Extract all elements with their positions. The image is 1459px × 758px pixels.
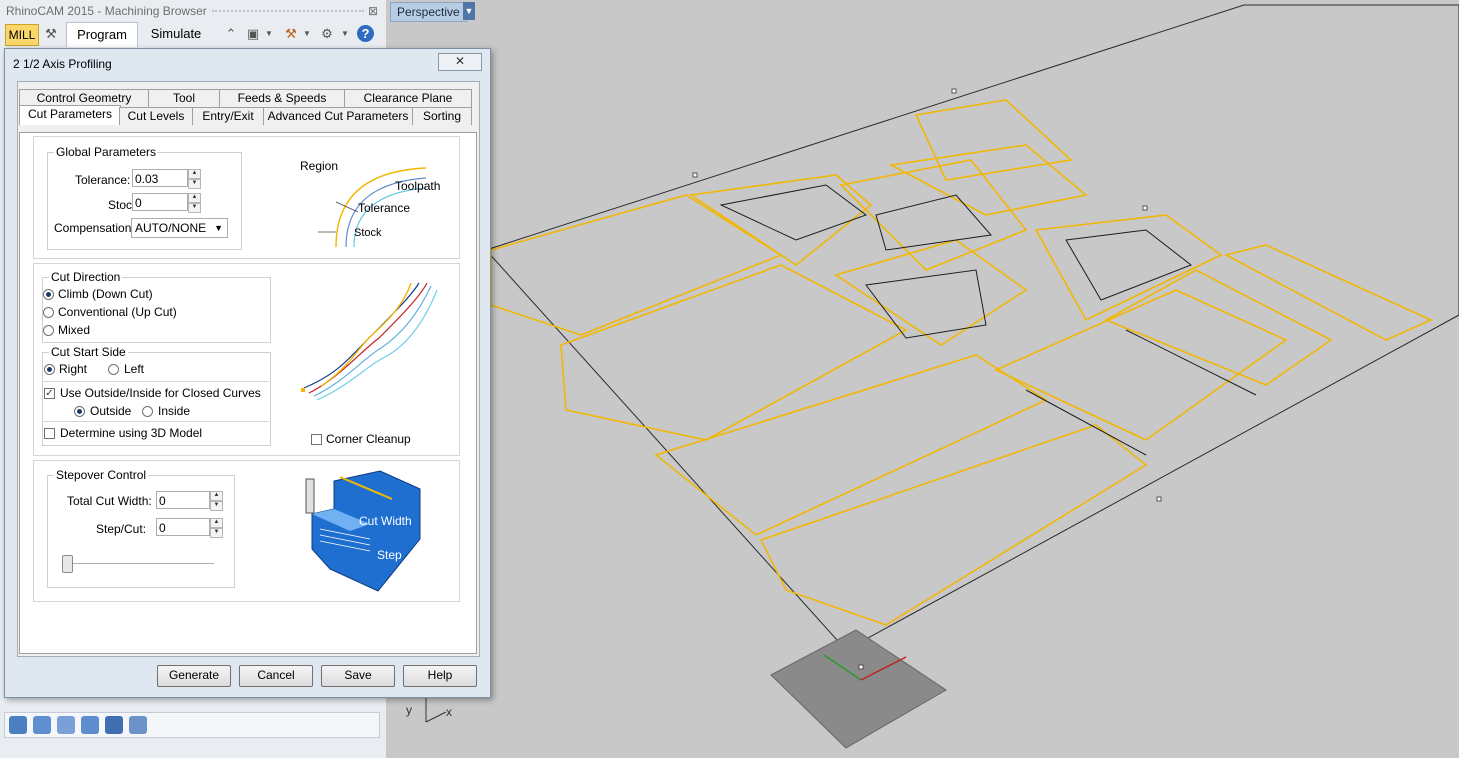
- close-icon[interactable]: ⊠: [368, 0, 378, 22]
- use-outside-inside-checkbox[interactable]: ✓: [44, 388, 55, 399]
- collapse-icon[interactable]: ⌃: [222, 25, 240, 43]
- generate-button[interactable]: Generate: [157, 665, 231, 687]
- simulate-icon[interactable]: [81, 716, 99, 734]
- step-cut-label: Step/Cut:: [96, 522, 147, 536]
- chevron-down-icon[interactable]: ▼: [340, 25, 350, 43]
- setup-icon[interactable]: ▣: [244, 25, 262, 43]
- tab-sorting[interactable]: Sorting: [412, 107, 472, 125]
- total-cut-width-stepper[interactable]: ▲ ▼: [210, 491, 223, 511]
- stock-icon[interactable]: [9, 716, 27, 734]
- tab-simulate[interactable]: Simulate: [140, 22, 212, 46]
- profiling-dialog: 2 1/2 Axis Profiling ✕ Control Geometry …: [4, 48, 491, 698]
- left-label[interactable]: Left: [124, 362, 144, 376]
- global-parameters-title: Global Parameters: [54, 145, 159, 159]
- cut-direction-title: Cut Direction: [49, 270, 123, 284]
- stepover-slider-track[interactable]: [64, 563, 214, 564]
- diagram-toolpath-label: Toolpath: [395, 179, 441, 193]
- diagram-tolerance-label: Tolerance: [358, 201, 411, 215]
- tool-library-icon[interactable]: ⚒: [42, 25, 60, 43]
- mixed-label[interactable]: Mixed: [58, 323, 90, 337]
- tab-entry-exit[interactable]: Entry/Exit: [192, 107, 264, 125]
- diagram-cut-width-label: Cut Width: [359, 514, 412, 528]
- step-cut-stepper[interactable]: ▲ ▼: [210, 518, 223, 538]
- right-radio[interactable]: [44, 364, 55, 375]
- hammer-icon[interactable]: ⚒: [282, 25, 300, 43]
- tree-icon[interactable]: [129, 716, 147, 734]
- divider: [43, 421, 269, 422]
- viewport-label[interactable]: Perspective: [390, 2, 467, 22]
- compensation-value: AUTO/NONE: [135, 221, 207, 235]
- use-outside-inside-label[interactable]: Use Outside/Inside for Closed Curves: [60, 386, 261, 400]
- help-button[interactable]: Help: [403, 665, 477, 687]
- stepover-slider-handle[interactable]: [62, 555, 73, 573]
- divider: [43, 381, 269, 382]
- tool-icon[interactable]: [57, 716, 75, 734]
- tolerance-label: Tolerance:: [75, 173, 131, 187]
- save-button[interactable]: Save: [321, 665, 395, 687]
- corner-cleanup-label[interactable]: Corner Cleanup: [326, 432, 411, 446]
- machining-op-icon[interactable]: [33, 716, 51, 734]
- tab-clearance-plane[interactable]: Clearance Plane: [344, 89, 472, 107]
- mixed-radio[interactable]: [43, 325, 54, 336]
- stepover-section: Stepover Control Total Cut Width: 0 ▲ ▼ S…: [33, 460, 460, 602]
- titlebar-grip[interactable]: [212, 10, 364, 12]
- global-section: Global Parameters Tolerance: 0.03 ▲ ▼ Sto…: [33, 136, 460, 259]
- outside-label[interactable]: Outside: [90, 404, 131, 418]
- chevron-down-icon[interactable]: ▼: [264, 25, 274, 43]
- total-cut-width-label: Total Cut Width:: [67, 494, 152, 508]
- corner-cleanup-checkbox[interactable]: [311, 434, 322, 445]
- chevron-down-icon[interactable]: ▼: [302, 25, 312, 43]
- outside-radio[interactable]: [74, 406, 85, 417]
- stock-input[interactable]: 0: [132, 193, 188, 211]
- cut-direction-section: Cut Direction Climb (Down Cut) Conventio…: [33, 263, 460, 456]
- browser-title: RhinoCAM 2015 - Machining Browser: [6, 4, 207, 18]
- tab-feeds-speeds[interactable]: Feeds & Speeds: [219, 89, 345, 107]
- mill-mode-button[interactable]: MILL: [5, 24, 39, 46]
- stock-stepper[interactable]: ▲ ▼: [188, 193, 201, 213]
- operations-toolbar: [0, 710, 386, 758]
- determine-3d-checkbox[interactable]: [44, 428, 55, 439]
- operations-icon-row: [4, 712, 380, 738]
- right-label[interactable]: Right: [59, 362, 87, 376]
- stepover-diagram: [305, 470, 421, 592]
- inside-label[interactable]: Inside: [158, 404, 190, 418]
- help-icon[interactable]: ?: [357, 25, 374, 42]
- gear-icon[interactable]: ⚙: [318, 25, 336, 43]
- step-cut-input[interactable]: 0: [156, 518, 210, 536]
- determine-3d-label[interactable]: Determine using 3D Model: [60, 426, 202, 440]
- cancel-button[interactable]: Cancel: [239, 665, 313, 687]
- close-icon[interactable]: ✕: [438, 53, 482, 71]
- total-cut-width-input[interactable]: 0: [156, 491, 210, 509]
- compensation-select[interactable]: AUTO/NONE ▼: [131, 218, 228, 238]
- dialog-title: 2 1/2 Axis Profiling: [13, 57, 112, 71]
- compensation-label: Compensation:: [54, 221, 135, 235]
- perspective-viewport[interactable]: Perspective ▼ y x: [386, 0, 1459, 758]
- conventional-label[interactable]: Conventional (Up Cut): [58, 305, 177, 319]
- tab-advanced-cut-parameters[interactable]: Advanced Cut Parameters: [263, 107, 413, 125]
- cut-parameters-page: Global Parameters Tolerance: 0.03 ▲ ▼ Sto…: [19, 132, 477, 654]
- tolerance-stepper[interactable]: ▲ ▼: [188, 169, 201, 189]
- tab-tool[interactable]: Tool: [148, 89, 220, 107]
- climb-label[interactable]: Climb (Down Cut): [58, 287, 153, 301]
- diagram-stock-label: Stock: [354, 227, 382, 239]
- viewport-menu-arrow[interactable]: ▼: [463, 2, 475, 20]
- inside-radio[interactable]: [142, 406, 153, 417]
- tab-program[interactable]: Program: [66, 22, 138, 47]
- cut-start-side-title: Cut Start Side: [49, 345, 128, 359]
- diagram-region-label: Region: [300, 159, 339, 173]
- tab-cut-levels[interactable]: Cut Levels: [119, 107, 193, 125]
- tolerance-input[interactable]: 0.03: [132, 169, 188, 187]
- climb-radio[interactable]: [43, 289, 54, 300]
- browser-toolbar: MILL ⚒ Program Simulate ⌃ ▣ ▼ ⚒ ▼ ⚙ ▼ ?: [0, 22, 386, 48]
- left-radio[interactable]: [108, 364, 119, 375]
- chevron-down-icon: ▼: [214, 223, 223, 233]
- conventional-radio[interactable]: [43, 307, 54, 318]
- model-drawing: [485, 4, 1459, 749]
- stepover-title: Stepover Control: [54, 468, 149, 482]
- diagram-step-label: Step: [377, 548, 402, 562]
- tab-cut-parameters-active[interactable]: Cut Parameters: [19, 105, 121, 125]
- cut-direction-diagram: [301, 282, 438, 401]
- browser-titlebar: RhinoCAM 2015 - Machining Browser ⊠: [0, 0, 386, 22]
- post-icon[interactable]: [105, 716, 123, 734]
